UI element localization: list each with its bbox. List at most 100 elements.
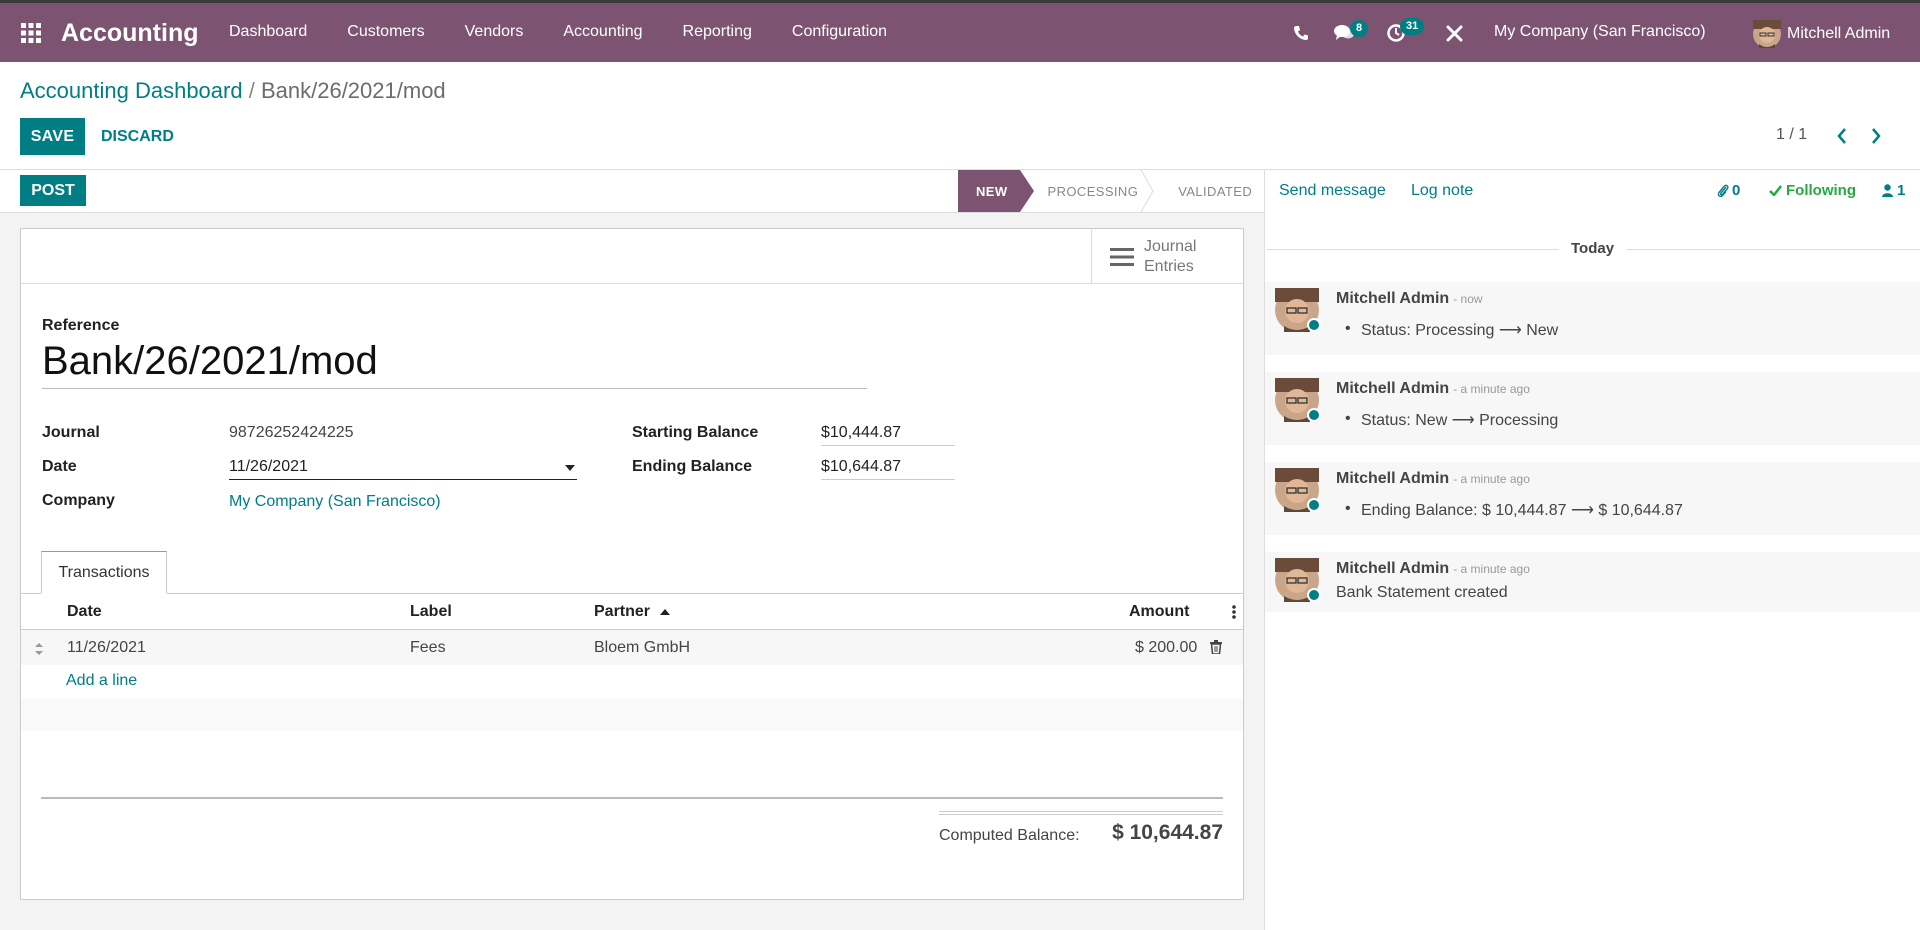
app-menu-grid-icon[interactable] (21, 23, 41, 43)
menu-accounting[interactable]: Accounting (563, 23, 642, 41)
menu-vendors[interactable]: Vendors (465, 23, 524, 41)
statusbar: POST NEW PROCESSING VALIDATED (0, 170, 1264, 213)
journal-entries-button[interactable]: Journal Entries (1091, 229, 1243, 284)
add-a-line-link[interactable]: Add a line (66, 672, 137, 690)
date-separator-line-right (1627, 249, 1920, 250)
user-avatar (1753, 20, 1781, 48)
column-partner[interactable]: Partner (594, 603, 671, 621)
message-author: Mitchell Admin - a minute ago (1336, 560, 1530, 577)
message-author: Mitchell Admin - now (1336, 290, 1483, 307)
date-separator-line-left (1267, 249, 1559, 250)
message-time: - a minute ago (1453, 472, 1530, 486)
reference-label: Reference (42, 317, 120, 334)
tracking-value: Ending Balance: $ 10,444.87 ⟶ $ 10,644.8… (1345, 500, 1683, 520)
tools-icon[interactable] (1446, 25, 1463, 42)
chatter-panel: Send message Log note 0 Following 1 Toda… (1264, 170, 1920, 930)
paperclip-icon (1717, 184, 1729, 198)
breadcrumb-current: Bank/26/2021/mod (260, 78, 446, 103)
date-dropdown-caret-icon[interactable] (565, 465, 575, 471)
starting-balance-label: Starting Balance (632, 424, 759, 441)
journal-value: 98726252424225 (229, 424, 354, 441)
row-amount: $ 200.00 (1135, 639, 1198, 656)
status-step-processing[interactable]: PROCESSING (1020, 170, 1154, 212)
chatter-message: Mitchell Admin- a minute ago Ending Bala… (1265, 462, 1920, 535)
attachments-count: 0 (1732, 182, 1741, 199)
menu-configuration[interactable]: Configuration (792, 23, 887, 41)
activities-count-badge: 31 (1400, 18, 1425, 35)
message-body: Bank Statement created (1336, 584, 1508, 601)
status-step-validated[interactable]: VALIDATED (1152, 170, 1272, 212)
date-separator-label: Today (1571, 240, 1615, 257)
journal-label: Journal (42, 424, 100, 441)
pager-value[interactable]: 1 / 1 (1776, 126, 1807, 144)
message-author: Mitchell Admin - a minute ago (1336, 470, 1530, 487)
totals-top-border (939, 811, 1223, 815)
journal-entries-label: Journal Entries (1144, 237, 1197, 275)
company-switcher[interactable]: My Company (San Francisco) (1494, 23, 1706, 41)
pager-next-icon[interactable] (1870, 126, 1882, 146)
computed-balance-value: $ 10,644.87 (1112, 821, 1223, 844)
menu-reporting[interactable]: Reporting (683, 23, 752, 41)
menu-dashboard[interactable]: Dashboard (229, 23, 307, 41)
reference-input[interactable]: Bank/26/2021/mod (42, 339, 867, 389)
starting-balance-input[interactable]: $10,444.87 (821, 424, 955, 446)
breadcrumb: Accounting Dashboard / Bank/26/2021/mod (20, 78, 446, 104)
check-icon (1769, 185, 1782, 196)
table-row[interactable]: 11/26/2021 Fees Bloem GmbH $ 200.00 (21, 631, 1243, 665)
menu-customers[interactable]: Customers (347, 23, 424, 41)
breadcrumb-separator: / (248, 78, 255, 103)
status-step-new[interactable]: NEW (958, 170, 1033, 212)
message-time: - a minute ago (1453, 562, 1530, 576)
online-status-dot (1307, 408, 1321, 422)
message-time: - a minute ago (1453, 382, 1530, 396)
status-steps: NEW PROCESSING VALIDATED (958, 170, 1272, 212)
company-link[interactable]: My Company (San Francisco) (229, 493, 441, 511)
sort-ascending-icon (660, 608, 671, 615)
totals-divider (41, 797, 1223, 799)
app-name[interactable]: Accounting (61, 19, 199, 48)
optional-columns-icon[interactable] (1232, 604, 1236, 620)
ending-balance-label: Ending Balance (632, 458, 753, 475)
followers-button[interactable]: 1 (1882, 182, 1905, 199)
save-button[interactable]: SAVE (20, 118, 85, 155)
tracking-value: Status: Processing ⟶ New (1345, 320, 1558, 340)
send-message-button[interactable]: Send message (1279, 182, 1386, 200)
button-box: Journal Entries (21, 229, 1243, 284)
following-label: Following (1786, 182, 1856, 199)
delete-row-trash-icon[interactable] (1210, 640, 1222, 654)
discard-button[interactable]: DISCARD (101, 118, 174, 155)
tracking-value: Status: New ⟶ Processing (1345, 410, 1558, 430)
column-label[interactable]: Label (410, 603, 452, 621)
followers-count: 1 (1897, 182, 1906, 199)
company-label: Company (42, 492, 115, 509)
computed-balance-label: Computed Balance: (939, 827, 1080, 844)
breadcrumb-parent[interactable]: Accounting Dashboard (20, 78, 243, 103)
status-step-processing-label: PROCESSING (1047, 183, 1139, 199)
top-navbar: Accounting Dashboard Customers Vendors A… (0, 0, 1920, 62)
date-value: 11/26/2021 (229, 458, 308, 475)
online-status-dot (1307, 318, 1321, 332)
chatter-message: Mitchell Admin- now Status: Processing ⟶… (1265, 282, 1920, 355)
column-amount[interactable]: Amount (1129, 603, 1189, 621)
phone-icon[interactable] (1293, 25, 1309, 41)
log-note-button[interactable]: Log note (1411, 182, 1473, 200)
row-date: 11/26/2021 (67, 639, 146, 656)
messages-count-badge: 8 (1350, 20, 1369, 37)
column-date[interactable]: Date (67, 603, 102, 621)
attachments-button[interactable]: 0 (1717, 182, 1740, 199)
online-status-dot (1307, 588, 1321, 602)
table-header: Date Label Partner Amount (21, 594, 1243, 630)
user-name: Mitchell Admin (1787, 25, 1891, 42)
pager-previous-icon[interactable] (1836, 126, 1848, 146)
row-label: Fees (410, 639, 446, 656)
form-sheet: Journal Entries Reference Bank/26/2021/m… (20, 228, 1244, 900)
row-partner: Bloem GmbH (594, 639, 691, 656)
post-button[interactable]: POST (20, 175, 86, 206)
date-field[interactable]: 11/26/2021 (229, 458, 577, 480)
drag-handle-icon[interactable] (34, 642, 44, 656)
following-button[interactable]: Following (1769, 182, 1856, 199)
empty-row (21, 699, 1243, 731)
ending-balance-input[interactable]: $10,644.87 (821, 458, 955, 480)
tab-transactions[interactable]: Transactions (41, 551, 167, 594)
user-menu[interactable]: Mitchell Admin (1753, 20, 1890, 48)
